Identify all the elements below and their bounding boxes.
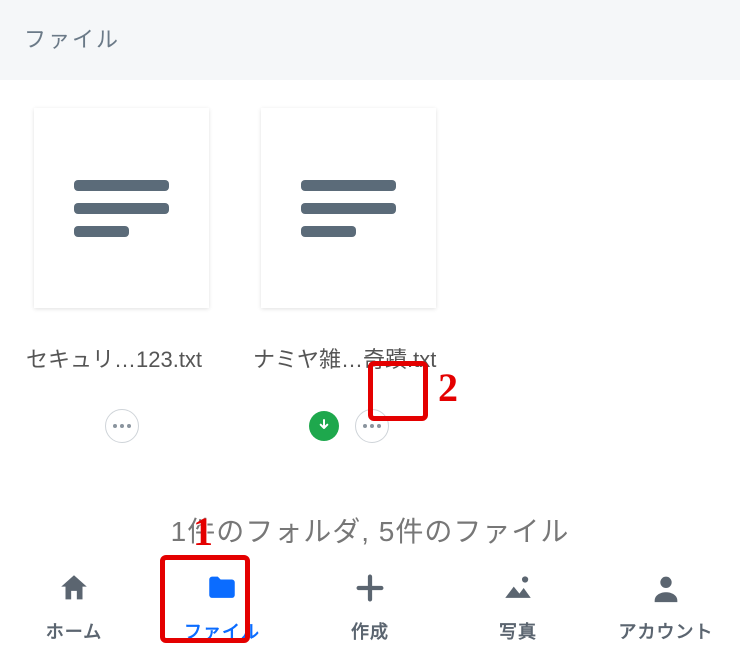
more-options-button[interactable]	[105, 409, 139, 443]
doc-line-icon	[74, 180, 169, 191]
folder-summary: 1件のフォルダ, 5件のファイル	[0, 510, 740, 550]
tab-label: 作成	[351, 618, 389, 644]
file-thumbnail[interactable]	[34, 108, 209, 308]
tab-create[interactable]: 作成	[296, 561, 444, 653]
tab-files[interactable]: ファイル	[148, 561, 296, 653]
bottom-tabbar: ホーム ファイル 作成 写真 アカウント	[0, 557, 740, 653]
header-title: ファイル	[24, 27, 120, 52]
tab-label: ファイル	[184, 618, 260, 644]
tab-account[interactable]: アカウント	[592, 561, 740, 653]
doc-line-icon	[74, 203, 169, 214]
file-item[interactable]: ナミヤ雑…奇蹟.txt	[251, 108, 446, 456]
header-bar: ファイル	[0, 0, 740, 80]
file-thumbnail[interactable]	[261, 108, 436, 308]
file-grid: セキュリ…123.txt ナミヤ雑…奇蹟.txt	[0, 80, 740, 456]
more-options-button[interactable]	[355, 409, 389, 443]
tab-label: アカウント	[619, 618, 714, 644]
tab-photos[interactable]: 写真	[444, 561, 592, 653]
file-item[interactable]: セキュリ…123.txt	[24, 108, 219, 456]
photo-icon	[501, 571, 535, 610]
file-name: セキュリ…123.txt	[24, 342, 219, 374]
file-name: ナミヤ雑…奇蹟.txt	[251, 342, 446, 374]
downloaded-badge-icon	[309, 411, 339, 441]
plus-icon	[353, 571, 387, 610]
doc-line-icon	[74, 226, 129, 237]
tab-label: 写真	[499, 618, 537, 644]
tab-home[interactable]: ホーム	[0, 561, 148, 653]
doc-line-icon	[301, 203, 396, 214]
doc-line-icon	[301, 180, 396, 191]
account-icon	[649, 571, 683, 610]
folder-icon	[205, 571, 239, 610]
doc-line-icon	[301, 226, 356, 237]
home-icon	[57, 571, 91, 610]
tab-label: ホーム	[46, 618, 102, 644]
